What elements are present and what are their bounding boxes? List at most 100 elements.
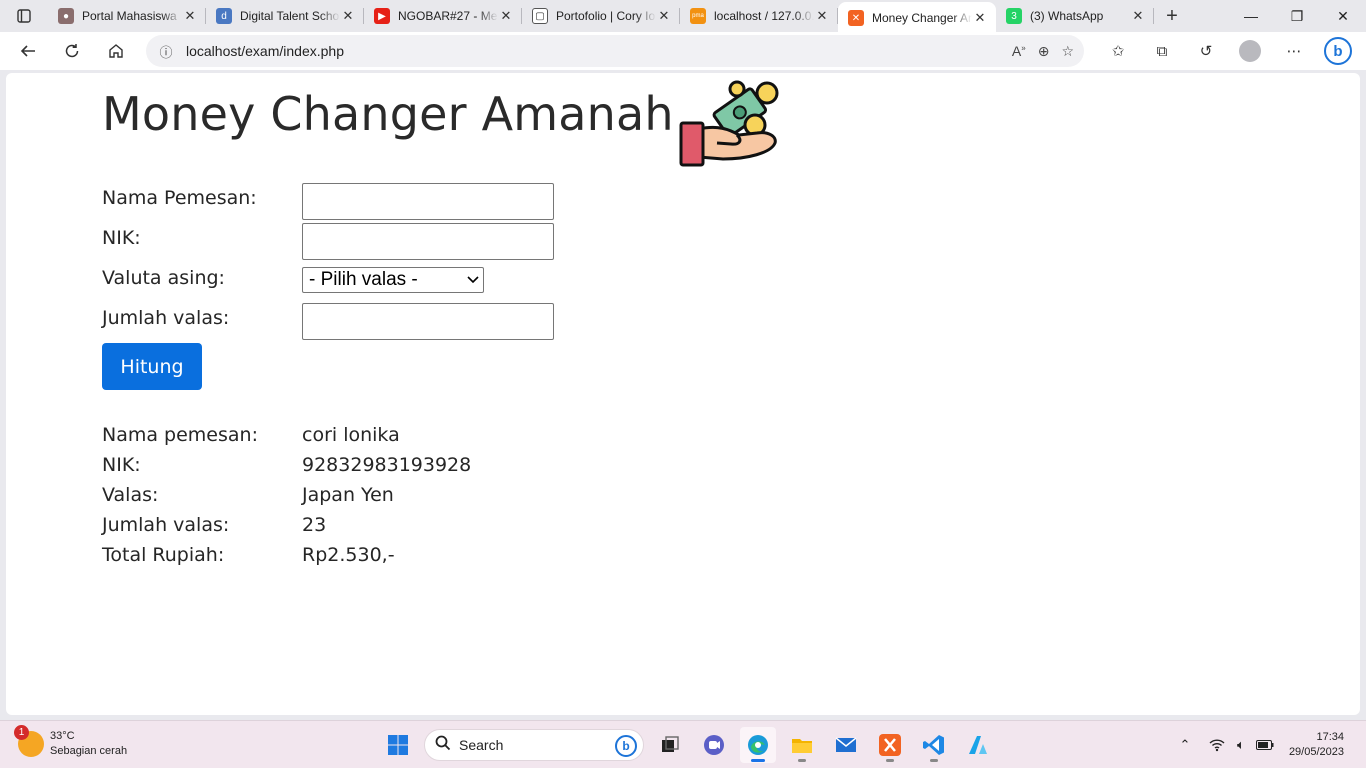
- close-tab-icon[interactable]: ✕: [656, 8, 672, 24]
- profile-avatar[interactable]: [1232, 35, 1268, 67]
- xampp-icon: [879, 734, 901, 756]
- browser-tab[interactable]: ▶ NGOBAR#27 - Mengenal✕: [364, 0, 522, 32]
- window-controls: — ❐ ✕: [1228, 0, 1366, 32]
- favorites-icon[interactable]: ✩: [1100, 35, 1136, 67]
- weather-widget[interactable]: 1 33°C Sebagian cerah: [14, 725, 128, 759]
- azure-icon: [969, 736, 987, 754]
- search-icon: [435, 735, 451, 756]
- weather-badge: 1: [14, 725, 29, 740]
- tab-actions-button[interactable]: [0, 0, 48, 32]
- valuta-asing-label: Valuta asing:: [102, 267, 225, 289]
- money-hand-logo-icon: [679, 80, 779, 167]
- browser-tab[interactable]: d Digital Talent Scholarship✕: [206, 0, 364, 32]
- result-jumlah-label: Jumlah valas:: [102, 514, 230, 536]
- weather-desc: Sebagian cerah: [50, 745, 128, 757]
- result-valas-value: Japan Yen: [302, 484, 394, 506]
- vscode-icon: [923, 735, 944, 755]
- folder-icon: [792, 739, 812, 753]
- close-tab-icon[interactable]: ✕: [814, 8, 830, 24]
- battery-icon[interactable]: [1253, 733, 1277, 757]
- browser-tab[interactable]: ● Portal Mahasiswa ✕: [48, 0, 206, 32]
- nama-pemesan-input[interactable]: [302, 183, 554, 220]
- system-tray: ⌃ 🔈︎ 17:34 29/05/2023: [1173, 721, 1366, 768]
- file-explorer-button[interactable]: [784, 727, 820, 763]
- close-tab-icon[interactable]: ✕: [1130, 8, 1146, 24]
- browser-toolbar: ⓘ localhost/exam/index.php A» ⊕ ☆ ✩ ⧉ ↺ …: [0, 32, 1366, 70]
- address-url: localhost/exam/index.php: [186, 43, 344, 59]
- close-tab-icon[interactable]: ✕: [182, 8, 198, 24]
- windows-logo-icon: [388, 735, 408, 755]
- chat-icon: [704, 735, 724, 755]
- jumlah-valas-input[interactable]: [302, 303, 554, 340]
- jumlah-valas-label: Jumlah valas:: [102, 307, 230, 329]
- browser-tab[interactable]: 3 (3) WhatsApp ✕: [996, 0, 1154, 32]
- tab-favicon-icon: ▢: [532, 8, 548, 24]
- result-nama-value: cori lonika: [302, 424, 400, 446]
- taskbar-search[interactable]: Search b: [424, 729, 644, 761]
- minimize-button[interactable]: —: [1228, 0, 1274, 32]
- tab-actions-icon: [17, 9, 31, 23]
- zoom-icon[interactable]: ⊕: [1038, 43, 1050, 60]
- result-nik-value: 92832983193928: [302, 454, 472, 476]
- start-button[interactable]: [380, 727, 416, 763]
- site-info-icon[interactable]: ⓘ: [146, 42, 186, 61]
- tab-title: (3) WhatsApp: [1030, 9, 1104, 23]
- browser-tab[interactable]: pma localhost / 127.0.0.1 ✕: [680, 0, 838, 32]
- chevron-up-icon[interactable]: ⌃: [1173, 733, 1197, 757]
- tab-favicon-icon: ✕: [848, 10, 864, 26]
- tab-title: Portal Mahasiswa: [82, 9, 177, 23]
- back-arrow-icon: [20, 45, 35, 57]
- refresh-button[interactable]: [54, 35, 90, 67]
- tab-title: NGOBAR#27 - Mengenal: [398, 9, 498, 23]
- nik-input[interactable]: [302, 223, 554, 260]
- chevron-down-icon: [467, 273, 479, 287]
- address-bar[interactable]: ⓘ localhost/exam/index.php A» ⊕ ☆: [146, 35, 1084, 67]
- wifi-icon[interactable]: [1205, 733, 1229, 757]
- collections-icon[interactable]: ⧉: [1144, 35, 1180, 67]
- running-indicator: [798, 759, 806, 762]
- weather-sun-icon: 1: [14, 725, 44, 757]
- teams-chat-button[interactable]: [696, 727, 732, 763]
- vscode-button[interactable]: [916, 727, 952, 763]
- add-favorite-icon[interactable]: ☆: [1061, 43, 1074, 60]
- nama-pemesan-label: Nama Pemesan:: [102, 187, 257, 209]
- restore-button[interactable]: ❐: [1274, 0, 1320, 32]
- close-tab-icon[interactable]: ✕: [972, 10, 988, 26]
- home-button[interactable]: [98, 35, 134, 67]
- browser-tab[interactable]: ▢ Portofolio | Cory Ionika✕: [522, 0, 680, 32]
- system-clock[interactable]: 17:34 29/05/2023: [1289, 730, 1344, 760]
- running-indicator: [930, 759, 938, 762]
- browser-tab-strip: ● Portal Mahasiswa ✕ d Digital Talent Schola…: [0, 0, 1366, 34]
- read-aloud-icon[interactable]: A»: [1012, 43, 1026, 59]
- browser-tab[interactable]: ✕Money Changer Amanah✕: [838, 2, 996, 34]
- result-nama-label: Nama pemesan:: [102, 424, 258, 446]
- bing-copilot-icon[interactable]: b: [1320, 35, 1356, 67]
- mail-button[interactable]: [828, 727, 864, 763]
- hitung-button[interactable]: Hitung: [102, 343, 202, 390]
- close-window-button[interactable]: ✕: [1320, 0, 1366, 32]
- tab-title: Money Changer Amanah: [872, 11, 972, 25]
- active-indicator: [751, 759, 765, 762]
- result-total-value: Rp2.530,-: [302, 544, 395, 566]
- running-indicator: [886, 759, 894, 762]
- volume-icon[interactable]: 🔈︎: [1229, 733, 1253, 757]
- history-icon[interactable]: ↺: [1188, 35, 1224, 67]
- windows-taskbar: 1 33°C Sebagian cerah Search b ⌃ 🔈︎ 17:3…: [0, 720, 1366, 768]
- close-tab-icon[interactable]: ✕: [340, 8, 356, 24]
- task-view-button[interactable]: [652, 727, 688, 763]
- result-total-label: Total Rupiah:: [102, 544, 225, 566]
- tab-favicon-icon: ▶: [374, 8, 390, 24]
- xampp-button[interactable]: [872, 727, 908, 763]
- new-tab-button[interactable]: +: [1154, 0, 1190, 32]
- azure-data-studio-button[interactable]: [960, 727, 996, 763]
- clock-time: 17:34: [1316, 731, 1344, 743]
- close-tab-icon[interactable]: ✕: [498, 8, 514, 24]
- tab-favicon-icon: pma: [690, 8, 706, 24]
- task-view-icon: [662, 736, 679, 752]
- page-viewport: Money Changer Amanah Nama Pemesan: NIK: …: [6, 73, 1360, 715]
- more-menu-icon[interactable]: ⋯: [1276, 35, 1312, 67]
- valuta-asing-select[interactable]: - Pilih valas -: [302, 267, 484, 293]
- tab-title: Digital Talent Scholarship: [240, 9, 340, 23]
- edge-browser-button[interactable]: [740, 727, 776, 763]
- back-button[interactable]: [10, 35, 46, 67]
